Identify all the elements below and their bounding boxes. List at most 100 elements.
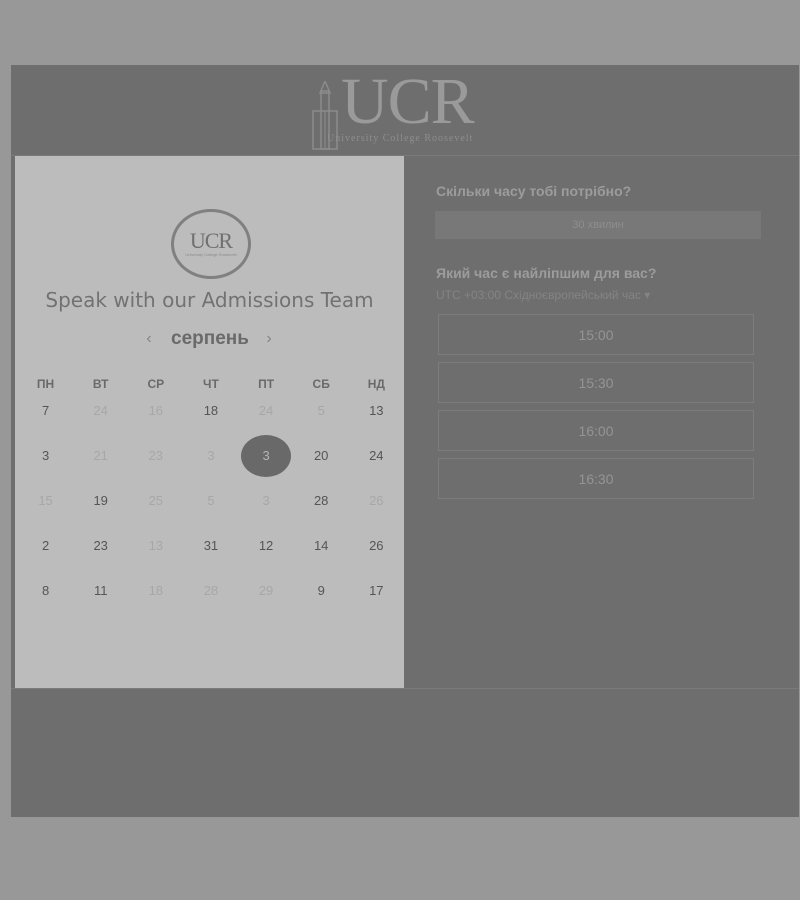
calendar-day-number: 24 xyxy=(258,403,274,418)
calendar-week: 8 11 18 28 29 9 17 xyxy=(18,576,404,621)
calendar-day[interactable]: 12 xyxy=(239,531,294,561)
calendar-day: 25 xyxy=(128,486,183,516)
calendar-day: 23 xyxy=(128,441,183,471)
calendar-day-number: 11 xyxy=(93,583,108,598)
calendar-day: 13 xyxy=(128,531,183,561)
calendar-day: 18 xyxy=(128,576,183,606)
calendar-day-number: 24 xyxy=(369,448,384,463)
calendar-day[interactable]: 7 xyxy=(18,396,73,426)
brand-logo: UCR University College Roosevelt xyxy=(309,69,504,151)
calendar-day-number: 8 xyxy=(41,583,50,598)
calendar-day: 5 xyxy=(294,396,349,426)
chevron-left-icon[interactable]: ‹ xyxy=(141,330,157,350)
calendar-day[interactable]: 14 xyxy=(294,531,349,561)
weekday-label: СБ xyxy=(312,377,330,391)
calendar-week: 3 21 23 3 3 20 24 xyxy=(18,435,404,486)
calendar-day: 3 xyxy=(183,441,238,471)
timezone-select[interactable]: UTC +03:00 Східноєвропейський час ▾ xyxy=(436,288,650,302)
calendar-day-number: 3 xyxy=(207,448,215,463)
calendar-day-number: 31 xyxy=(203,538,219,553)
calendar-day-number: 13 xyxy=(369,403,384,418)
calendar-day-number: 20 xyxy=(313,448,329,463)
calendar-day: 5 xyxy=(183,486,238,516)
calendar-day-number: 3 xyxy=(262,448,270,463)
divider xyxy=(11,688,799,689)
page-title: Speak with our Admissions Team xyxy=(45,288,374,312)
calendar-day-number: 28 xyxy=(313,493,329,508)
weekday-label: СР xyxy=(147,377,165,391)
calendar-day[interactable]: 26 xyxy=(349,531,404,561)
brand-tagline: University College Roosevelt xyxy=(327,133,474,144)
circle-logo-tagline: University College Roosevelt xyxy=(185,252,237,257)
calendar-day-number: 18 xyxy=(203,403,219,418)
calendar-day-number: 5 xyxy=(207,493,215,508)
timezone-label: UTC +03:00 Східноєвропейський час xyxy=(436,288,641,302)
calendar-day-number: 9 xyxy=(317,583,325,598)
calendar-day: 24 xyxy=(73,396,128,426)
time-label: Який час є найліпшим для вас? xyxy=(436,265,657,281)
calendar-day: 28 xyxy=(183,576,238,606)
month-label: серпень xyxy=(171,328,249,349)
calendar-day-number: 26 xyxy=(369,538,384,553)
calendar-day-number: 15 xyxy=(38,493,53,508)
calendar-day[interactable]: 31 xyxy=(183,531,238,561)
weekday-label: ПТ xyxy=(258,377,275,391)
weekday-label: ЧТ xyxy=(203,377,219,391)
calendar-day: 21 xyxy=(73,441,128,471)
calendar-grid: 7 24 16 18 24 5 13 3 21 23 3 3 20 24 15 19 25 5 3 28 26 2 23 13… xyxy=(18,396,404,621)
duration-select[interactable]: 30 хвилин xyxy=(435,211,761,239)
time-panel: Скільки часу тобі потрібно? 30 хвилин Як… xyxy=(404,156,799,688)
calendar-day-number: 29 xyxy=(258,583,274,598)
calendar-day-selected[interactable]: 3 xyxy=(239,435,294,477)
calendar-day-number: 26 xyxy=(369,493,384,508)
calendar-day: 29 xyxy=(239,576,294,606)
calendar-day-number: 2 xyxy=(41,538,50,553)
calendar-day-number: 25 xyxy=(148,493,164,508)
calendar-week: 15 19 25 5 3 28 26 xyxy=(18,486,404,531)
brand-header: UCR University College Roosevelt xyxy=(11,65,799,156)
chevron-right-icon[interactable]: › xyxy=(261,330,277,350)
calendar-day: 3 xyxy=(239,486,294,516)
calendar-day[interactable]: 9 xyxy=(294,576,349,606)
duration-label: Скільки часу тобі потрібно? xyxy=(436,183,632,199)
calendar-day-number: 19 xyxy=(93,493,108,508)
calendar-day[interactable]: 19 xyxy=(73,486,128,516)
calendar-panel: UCR University College Roosevelt Speak w… xyxy=(15,156,404,688)
calendar-day-number: 23 xyxy=(93,538,108,553)
calendar-day: 26 xyxy=(349,486,404,516)
caret-down-icon: ▾ xyxy=(644,288,651,302)
calendar-day-number: 7 xyxy=(41,403,50,418)
calendar-day: 15 xyxy=(18,486,73,516)
weekday-header: ПН ВТ СР ЧТ ПТ СБ НД xyxy=(18,377,404,391)
calendar-day-number: 23 xyxy=(148,448,164,463)
calendar-day[interactable]: 13 xyxy=(349,396,404,426)
weekday-label: НД xyxy=(367,377,385,391)
calendar-day[interactable]: 17 xyxy=(349,576,404,606)
calendar-day[interactable]: 18 xyxy=(183,396,238,426)
calendar-day-number: 18 xyxy=(148,583,164,598)
time-slot-button[interactable]: 16:00 xyxy=(438,410,754,451)
calendar-day-number: 17 xyxy=(369,583,384,598)
calendar-day[interactable]: 28 xyxy=(294,486,349,516)
circle-logo: UCR University College Roosevelt xyxy=(171,209,251,279)
time-slot-button[interactable]: 15:30 xyxy=(438,362,754,403)
calendar-day: 16 xyxy=(128,396,183,426)
time-slot-list: 15:00 15:30 16:00 16:30 xyxy=(438,314,754,506)
calendar-day[interactable]: 20 xyxy=(294,441,349,471)
weekday-label: ПН xyxy=(36,377,55,391)
calendar-day-number: 3 xyxy=(262,493,270,508)
scheduler-frame: UCR University College Roosevelt UCR Uni… xyxy=(11,65,799,817)
calendar-day[interactable]: 2 xyxy=(18,531,73,561)
circle-logo-name: UCR xyxy=(189,228,233,253)
calendar-day-number: 13 xyxy=(148,538,164,553)
time-slot-button[interactable]: 15:00 xyxy=(438,314,754,355)
calendar-day-number: 5 xyxy=(317,403,325,418)
calendar-day[interactable]: 3 xyxy=(18,441,73,471)
calendar-day[interactable]: 8 xyxy=(18,576,73,606)
calendar-day[interactable]: 24 xyxy=(349,441,404,471)
calendar-day[interactable]: 23 xyxy=(73,531,128,561)
calendar-day-number: 16 xyxy=(148,403,164,418)
calendar-day[interactable]: 11 xyxy=(73,576,128,606)
calendar-day-number: 14 xyxy=(313,538,329,553)
time-slot-button[interactable]: 16:30 xyxy=(438,458,754,499)
